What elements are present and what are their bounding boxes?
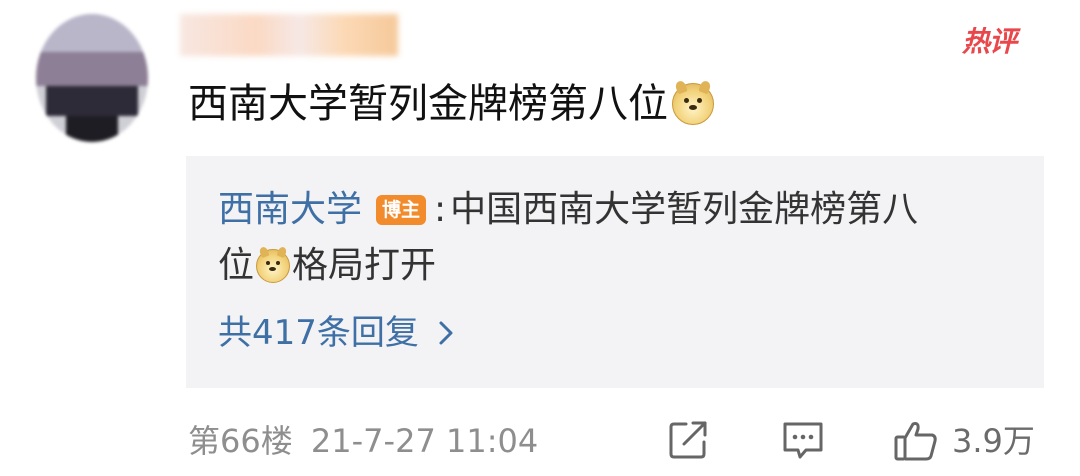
comment-button[interactable]: [780, 418, 826, 462]
doge-emoji-icon: [256, 245, 291, 283]
hot-comment-badge: 热评: [962, 25, 1017, 58]
comment-meta: 第66楼 21-7-27 11:04: [188, 418, 538, 464]
reply-preview[interactable]: 西南大学 博主 : 中国西南大学暂列金牌榜第八 位 格局打开 共417条回复: [186, 156, 1044, 388]
comment-body: 西南大学暂列金牌榜第八位: [188, 81, 668, 127]
floor-number: 第66楼: [188, 422, 293, 460]
comment-timestamp: 21-7-27 11:04: [310, 422, 539, 460]
share-button[interactable]: [666, 418, 710, 462]
reply-line-1: 西南大学 博主 : 中国西南大学暂列金牌榜第八: [218, 184, 918, 236]
avatar[interactable]: [36, 14, 148, 142]
reply-text-line2-after: 格局打开: [292, 245, 437, 286]
share-icon: [669, 421, 707, 459]
doge-emoji-icon: [672, 79, 714, 125]
reply-text-line1: 中国西南大学暂列金牌榜第八: [450, 189, 919, 230]
reply-line-2: 位 格局打开: [218, 240, 436, 292]
like-count: 3.9万: [952, 422, 1035, 460]
reply-text-line2-before: 位: [218, 245, 255, 286]
chevron-right-icon: [439, 321, 453, 345]
view-replies-link[interactable]: 共417条回复: [218, 308, 459, 358]
username[interactable]: [180, 14, 398, 56]
like-button[interactable]: 3.9万: [892, 418, 1035, 464]
like-icon: [894, 422, 937, 461]
reply-author[interactable]: 西南大学: [218, 184, 362, 236]
blogger-badge: 博主: [376, 195, 427, 225]
reply-count-label: 共417条回复: [218, 313, 419, 353]
comment-text: 西南大学暂列金牌榜第八位: [188, 76, 714, 132]
reply-separator: :: [434, 189, 447, 230]
comment-icon: [783, 422, 823, 459]
